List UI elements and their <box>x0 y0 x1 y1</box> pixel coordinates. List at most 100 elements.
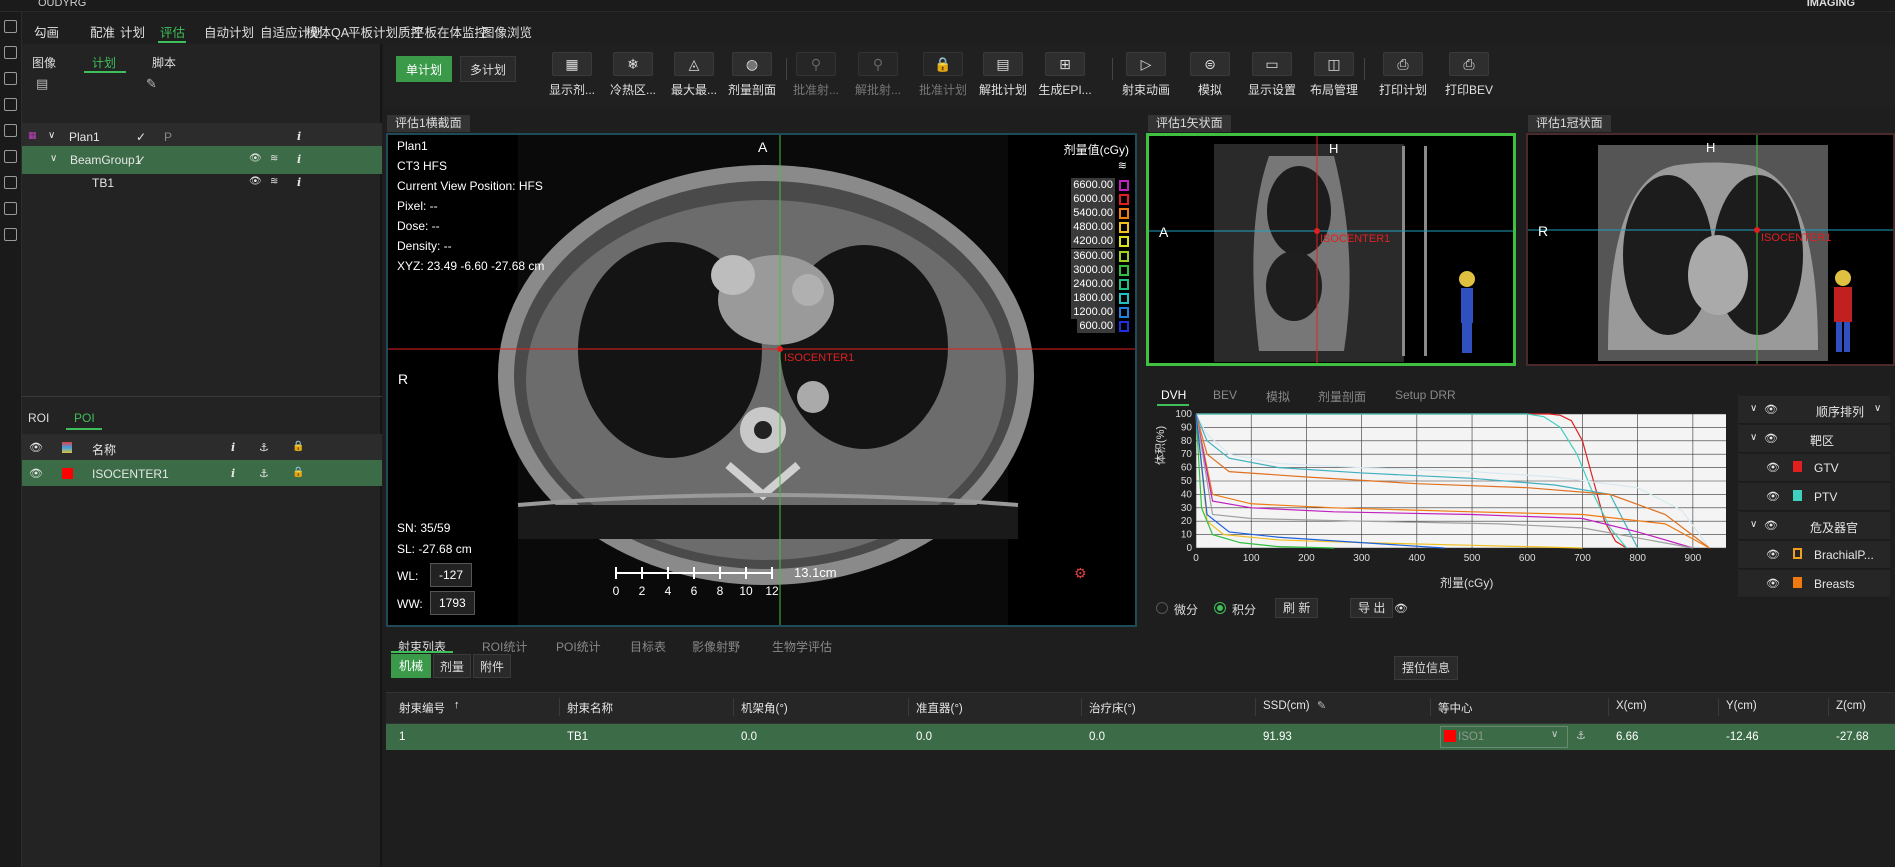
toolbar-button-12[interactable]: ◫ 布局管理 <box>1302 52 1366 104</box>
differential-radio[interactable] <box>1156 602 1168 614</box>
anchor-icon[interactable]: ⚓ <box>1576 729 1586 742</box>
info-icon[interactable]: i <box>231 467 235 480</box>
table-row[interactable] <box>386 724 1895 750</box>
beam-tab-1[interactable]: ROI统计 <box>482 638 527 655</box>
sagittal-viewer[interactable]: H A ISOCENTER1 <box>1146 133 1516 366</box>
coronal-viewer[interactable]: H R ISOCENTER1 <box>1526 133 1895 366</box>
legend-group-oar[interactable]: ∨ 👁 危及器官 <box>1738 512 1890 540</box>
column-header[interactable]: SSD(cm) <box>1263 700 1310 712</box>
menu-item-4[interactable]: 自动计划 <box>204 22 254 41</box>
refresh-button[interactable]: 刷 新 <box>1275 598 1319 618</box>
eye-icon[interactable]: 👁 <box>1764 432 1778 445</box>
info-icon[interactable]: i <box>297 176 301 189</box>
axial-viewer[interactable]: Plan1 CT3 HFS Current View Position: HFS… <box>386 133 1137 627</box>
eye-icon[interactable]: 👁 <box>29 467 43 480</box>
report-icon[interactable] <box>4 98 17 111</box>
column-header[interactable]: 准直器(°) <box>916 700 963 716</box>
column-header[interactable]: Z(cm) <box>1836 700 1866 712</box>
legend-group-target[interactable]: ∨ 👁 靶区 <box>1738 425 1890 453</box>
toolbar-button-5[interactable]: ⚲ 解批射... <box>846 52 910 104</box>
single-plan-button[interactable]: 单计划 <box>396 56 453 82</box>
edit-icon[interactable]: ✎ <box>146 76 157 92</box>
toolbar-button-6[interactable]: 🔒 批准计划 <box>911 52 975 104</box>
eyelash-icon[interactable]: ≋ <box>270 176 278 187</box>
info-icon[interactable]: i <box>297 153 301 166</box>
multi-plan-button[interactable]: 多计划 <box>460 56 517 82</box>
tree-row-tb1[interactable]: TB1 👁 ≋ i <box>22 169 382 197</box>
eye-closed-icon[interactable]: 👁 <box>249 153 262 164</box>
collapse-icon[interactable]: ∨ <box>1750 519 1757 530</box>
isocenter-select[interactable] <box>1440 726 1568 748</box>
eyelash-icon[interactable]: ≋ <box>270 153 278 164</box>
legend-item-gtv[interactable]: 👁 GTV <box>1738 454 1890 482</box>
column-header[interactable]: 等中心 <box>1438 700 1473 716</box>
tab-roi[interactable]: ROI <box>28 411 49 425</box>
subtab-mechanical[interactable]: 机械 <box>391 654 431 678</box>
legend-item-breasts[interactable]: 👁 Breasts <box>1738 570 1890 598</box>
column-header[interactable]: X(cm) <box>1616 700 1647 712</box>
export-button[interactable]: 导 出 <box>1350 598 1394 618</box>
beam-tab-4[interactable]: 影像射野 <box>692 638 740 655</box>
sort-asc-icon[interactable]: ↑ <box>454 699 460 711</box>
anchor-icon[interactable]: ⚓ <box>259 467 269 480</box>
beam-tab-2[interactable]: POI统计 <box>556 638 601 655</box>
menu-item-0[interactable]: 勾画 <box>34 22 59 41</box>
menu-item-1[interactable]: 配准 <box>90 22 115 41</box>
layers-icon[interactable] <box>4 46 17 59</box>
subtab-dose[interactable]: 剂量 <box>433 654 471 678</box>
ww-input[interactable]: 1793 <box>430 591 475 615</box>
menu-item-6[interactable]: 模体QA <box>306 22 349 41</box>
link-icon[interactable] <box>4 228 17 241</box>
toolbar-button-1[interactable]: ❄ 冷热区... <box>601 52 665 104</box>
collapse-icon[interactable]: ∨ <box>1750 403 1757 414</box>
eye-icon[interactable]: 👁 <box>1766 577 1780 590</box>
eye-icon[interactable]: 👁 <box>1764 403 1778 416</box>
eye-closed-icon[interactable]: 👁 <box>249 176 262 187</box>
tab-image[interactable]: 图像 <box>32 54 56 71</box>
toolbar-button-7[interactable]: ▤ 解批计划 <box>971 52 1035 104</box>
collapse-icon[interactable]: ∨ <box>1750 432 1757 443</box>
tab-poi[interactable]: POI <box>74 411 95 425</box>
beam-tab-5[interactable]: 生物学评估 <box>772 638 832 655</box>
column-header[interactable]: 治疗床(°) <box>1089 700 1136 716</box>
setup-info-button[interactable]: 摆位信息 <box>1394 656 1459 680</box>
collapse-icon[interactable]: ∨ <box>50 153 57 164</box>
column-header[interactable]: Y(cm) <box>1726 700 1757 712</box>
eye-icon[interactable]: 👁 <box>1766 490 1780 503</box>
collapse-icon[interactable]: ∨ <box>48 130 55 141</box>
toolbar-button-4[interactable]: ⚲ 批准射... <box>784 52 848 104</box>
info-icon[interactable]: i <box>297 130 301 143</box>
check-icon[interactable]: ✓ <box>136 153 146 167</box>
toolbar-button-14[interactable]: ⎙ 打印BEV <box>1437 52 1501 104</box>
menu-item-2[interactable]: 计划 <box>120 22 145 41</box>
check-icon[interactable]: ✓ <box>136 130 146 144</box>
legend-sort-row[interactable]: ∨ 👁 顺序排列 ∨ <box>1738 396 1890 424</box>
column-header[interactable]: 射束名称 <box>567 700 613 716</box>
integral-radio[interactable] <box>1214 602 1226 614</box>
beam-tab-3[interactable]: 目标表 <box>630 638 666 655</box>
chevron-down-icon[interactable]: ∨ <box>1551 729 1558 740</box>
toolbar-button-10[interactable]: ⊜ 模拟 <box>1178 52 1242 104</box>
subtab-accessories[interactable]: 附件 <box>473 654 511 678</box>
toolbar-button-11[interactable]: ▭ 显示设置 <box>1240 52 1304 104</box>
eye-icon[interactable]: 👁 <box>1764 519 1778 532</box>
poi-color-swatch[interactable] <box>62 468 73 479</box>
tools-icon[interactable] <box>4 124 17 137</box>
document-icon[interactable] <box>4 72 17 85</box>
lock-icon[interactable]: 🔒 <box>292 467 304 478</box>
menu-item-9[interactable]: 图像浏览 <box>482 22 532 41</box>
menu-item-3[interactable]: 评估 <box>160 22 185 41</box>
toolbar-button-3[interactable]: ◍ 剂量剖面 <box>720 52 784 104</box>
toolbar-button-8[interactable]: ⊞ 生成EPI... <box>1033 52 1097 104</box>
poi-row[interactable]: 👁 ISOCENTER1 i ⚓ 🔒 <box>22 460 382 486</box>
legend-item-ptv[interactable]: 👁 PTV <box>1738 483 1890 511</box>
tab-plan[interactable]: 计划 <box>92 54 116 71</box>
home-icon[interactable] <box>4 20 17 33</box>
column-header[interactable]: 射束编号 <box>399 700 445 716</box>
toolbar-button-9[interactable]: ▷ 射束动画 <box>1114 52 1178 104</box>
legend-item-brachialp[interactable]: 👁 BrachialP... <box>1738 541 1890 569</box>
dvh-chart[interactable]: 0 100 200 300 400 500 600 700 800 900 0 10 20 30 40 50 6… <box>1150 400 1735 600</box>
eye-icon[interactable]: 👁 <box>29 441 43 454</box>
toolbar-button-2[interactable]: ◬ 最大最... <box>662 52 726 104</box>
column-header[interactable]: 机架角(°) <box>741 700 788 716</box>
